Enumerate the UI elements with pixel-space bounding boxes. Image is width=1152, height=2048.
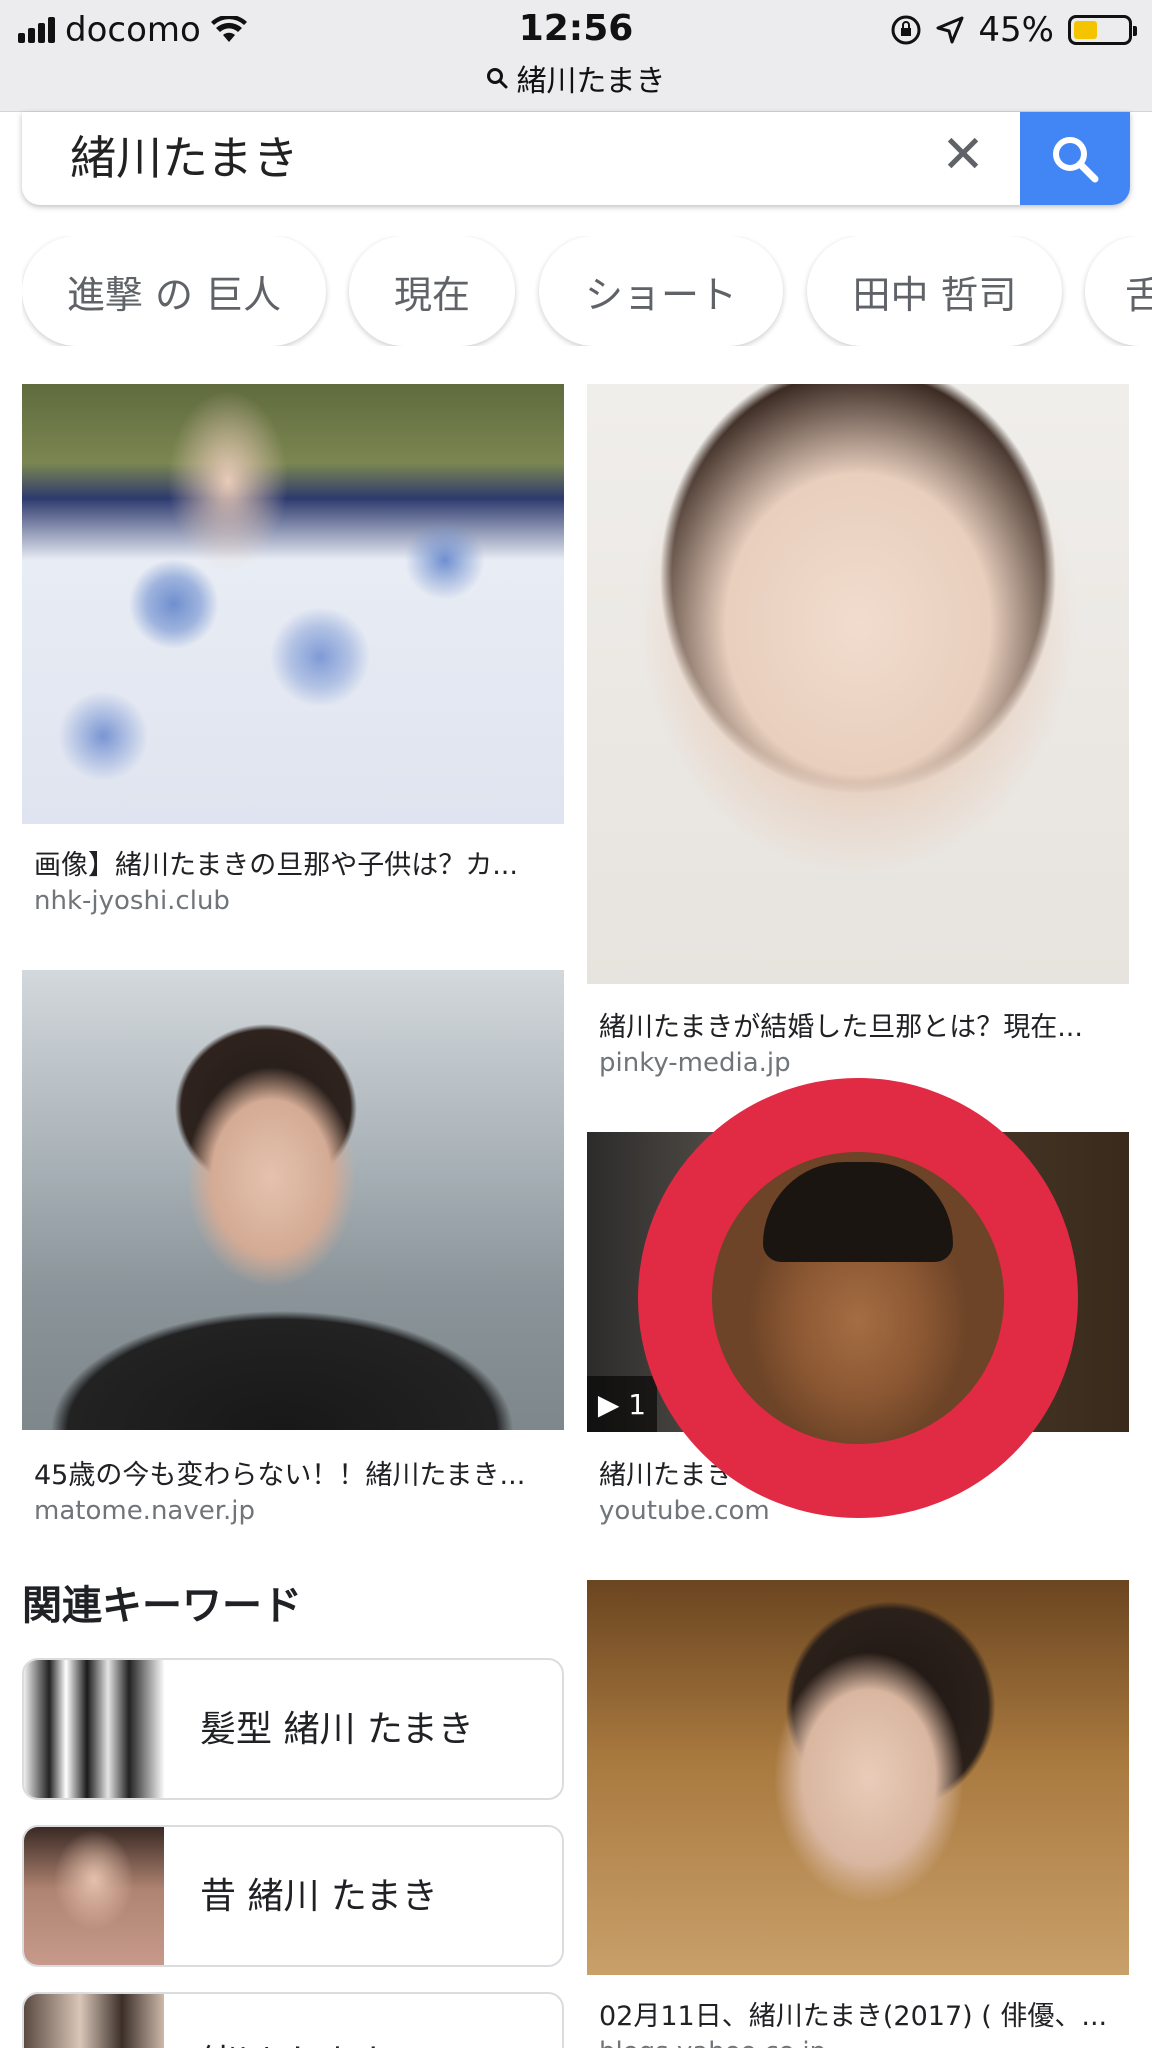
related-keywords-title: 関連キーワード	[22, 1583, 302, 1629]
battery-icon	[1068, 15, 1137, 45]
keyword-thumbnail	[24, 1827, 164, 1965]
overlay-ring	[638, 1078, 1078, 1518]
chip-1[interactable]: 現在	[349, 236, 515, 346]
keyword-thumbnail	[24, 1994, 164, 2048]
status-right: 45%	[890, 10, 1137, 50]
chip-0[interactable]: 進撃 の 巨人	[22, 236, 326, 346]
battery-percent: 45%	[978, 10, 1054, 50]
keyword-label: 髪型 緒川 たまき	[200, 1709, 474, 1750]
search-input[interactable]: 緒川たまき	[70, 122, 299, 188]
chip-3[interactable]: 田中 哲司	[807, 236, 1062, 346]
related-keyword-3[interactable]: 緒川 たまき ...	[22, 1992, 564, 2048]
result-title[interactable]: 画像】緒川たまきの旦那や子供は？カ...	[34, 843, 518, 882]
result-title[interactable]: 02月11日、緒川たまき(2017) ( 俳優、...	[599, 1994, 1107, 2033]
location-icon	[936, 16, 964, 44]
overlay-face-hair	[763, 1162, 953, 1262]
rotation-lock-icon	[891, 15, 921, 45]
result-image[interactable]	[587, 384, 1129, 984]
result-source: matome.naver.jp	[34, 1496, 256, 1526]
image-result-3[interactable]: 45歳の今も変わらない！！緒川たまき... matome.naver.jp	[22, 970, 564, 1530]
video-duration: 1	[628, 1387, 647, 1421]
status-bar: docomo 12:56 45% 緒川たまき	[0, 0, 1152, 112]
chip-4[interactable]: 舌	[1085, 236, 1152, 346]
search-icon	[487, 68, 508, 89]
result-source: pinky-media.jp	[599, 1048, 791, 1078]
search-icon	[1053, 136, 1099, 182]
result-source: nhk-jyoshi.club	[34, 886, 230, 916]
related-keyword-1[interactable]: 髪型 緒川 たまき	[22, 1658, 564, 1800]
chip-2[interactable]: ショート	[539, 236, 783, 346]
related-keyword-2[interactable]: 昔 緒川 たまき	[22, 1825, 564, 1967]
result-title[interactable]: 45歳の今も変わらない！！緒川たまき...	[34, 1453, 525, 1492]
image-result-1[interactable]: 画像】緒川たまきの旦那や子供は？カ... nhk-jyoshi.club	[22, 384, 564, 924]
search-box: 緒川たまき ✕	[22, 112, 1130, 205]
result-image[interactable]	[22, 970, 564, 1430]
result-title[interactable]: 緒川たまきが結婚した旦那とは？現在...	[599, 1005, 1083, 1044]
battery-fill	[1074, 21, 1098, 39]
result-source: youtube.com	[599, 1496, 770, 1526]
result-source: blogs.yahoo.co.jp	[599, 2037, 826, 2048]
result-image[interactable]	[587, 1580, 1129, 1975]
result-image[interactable]	[22, 384, 564, 824]
play-icon: ▶	[597, 1387, 629, 1421]
search-button[interactable]	[1020, 112, 1130, 205]
video-duration-badge: ▶ 1	[587, 1376, 657, 1432]
clear-icon[interactable]: ✕	[928, 120, 998, 190]
keyword-label: 昔 緒川 たまき	[200, 1876, 438, 1917]
image-result-2[interactable]: 緒川たまきが結婚した旦那とは？現在... pinky-media.jp	[587, 384, 1129, 1084]
keyword-thumbnail	[24, 1660, 164, 1798]
keyword-label: 緒川 たまき ...	[200, 1994, 436, 2048]
image-result-5[interactable]: 02月11日、緒川たまき(2017) ( 俳優、... blogs.yahoo.…	[587, 1580, 1129, 2048]
url-text: 緒川たまき	[516, 64, 666, 99]
suggestion-chips: 進撃 の 巨人 現在 ショート 田中 哲司 舌	[22, 236, 1152, 346]
url-bar[interactable]: 緒川たまき	[0, 56, 1152, 100]
